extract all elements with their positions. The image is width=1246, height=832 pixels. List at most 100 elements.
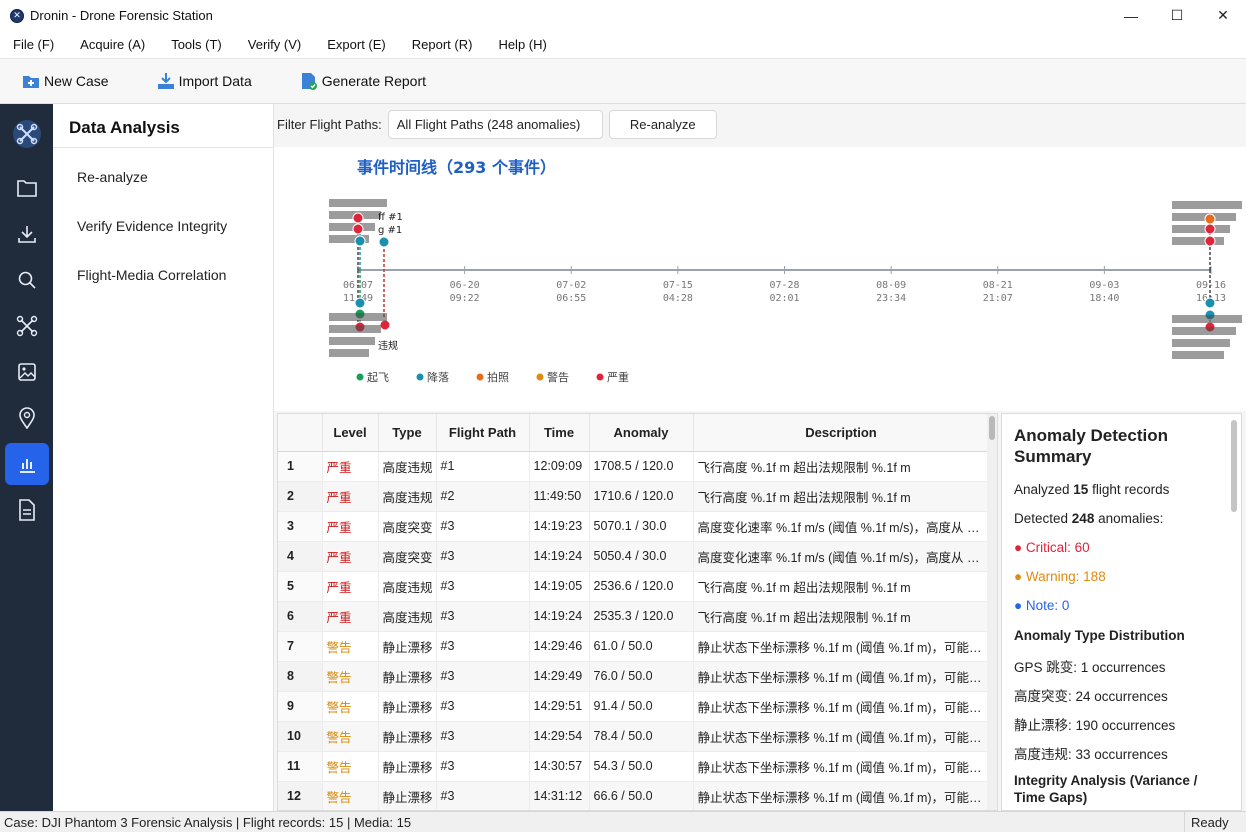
minimize-button[interactable]: — [1108,0,1154,31]
table-row[interactable]: 8 警告 静止漂移 #3 14:29:49 76.0 / 50.0 静止状态下坐标漂移 %.… [278,661,990,692]
row-number: 12 [278,781,323,810]
legend-swatch [356,373,364,381]
cell-time: 12:09:09 [529,451,590,482]
timeline-chart: 事件时间线（293 个事件）06-0711:4906-2009:2207-020… [329,158,1242,384]
cell-time: 14:30:57 [529,751,590,782]
generate-report-label: Generate Report [321,73,427,89]
analyzed-line: Analyzed 15 flight records [1014,482,1170,497]
menu-export[interactable]: Export (E) [314,37,399,52]
menu-acquire[interactable]: Acquire (A) [67,37,158,52]
cell-level: 严重 [322,571,379,602]
table-row[interactable]: 5 严重 高度违规 #3 14:19:05 2536.6 / 120.0 飞行高度 %.1f… [278,571,990,602]
cell-desc: 飞行高度 %.1f m 超出法规限制 %.1f m [693,601,990,632]
tick-label-date: 09-03 [1089,280,1119,291]
new-case-button[interactable]: New Case [22,72,109,90]
table-row[interactable]: 11 警告 静止漂移 #3 14:30:57 54.3 / 50.0 静止状态下坐标漂移 %… [278,751,990,782]
cell-anomaly: 5050.4 / 30.0 [589,541,694,572]
warning-count: ● Warning: 188 [1014,569,1106,584]
col-header-level[interactable]: Level [322,414,379,452]
import-data-button[interactable]: Import Data [157,72,252,90]
cell-time: 14:29:49 [529,661,590,692]
row-number: 2 [278,481,323,512]
table-scroll-thumb[interactable] [989,416,995,440]
drone-hub-icon[interactable] [5,113,49,155]
cell-path: #3 [436,631,530,662]
reanalyze-button[interactable]: Re-analyze [608,109,717,139]
table-scrollbar[interactable] [987,414,997,810]
tick-label-time: 18:40 [1089,293,1119,304]
cell-time: 14:29:51 [529,691,590,722]
cell-time: 14:19:24 [529,541,590,572]
row-number: 4 [278,541,323,572]
cell-desc: 高度变化速率 %.1f m/s (阈值 %.1f m/s)，高度从 … [693,541,990,572]
tick-label-date: 08-21 [983,280,1013,291]
timeline-title: 事件时间线（293 个事件） [357,158,556,177]
note-count: ● Note: 0 [1014,598,1070,613]
menu-tools[interactable]: Tools (T) [158,37,235,52]
tick-label-time: 02:01 [769,293,799,304]
location-pin-icon[interactable] [5,397,49,439]
drone-icon[interactable] [5,305,49,347]
menu-report[interactable]: Report (R) [399,37,486,52]
status-bar: Case: DJI Phantom 3 Forensic Analysis | … [0,811,1246,832]
image-icon[interactable] [5,351,49,393]
cell-desc: 静止状态下坐标漂移 %.1f m (阈值 %.1f m)，可能… [693,751,990,782]
col-header-description[interactable]: Description [693,414,990,452]
cell-time: 14:29:46 [529,631,590,662]
overlapping-event-label [1172,351,1224,359]
cell-time: 14:19:23 [529,511,590,542]
tick-label-date: 06-20 [450,280,480,291]
main-content: Filter Flight Paths: All Flight Paths (2… [274,104,1246,811]
tick-label-date: 08-09 [876,280,906,291]
search-icon[interactable] [5,259,49,301]
flight-media-correlation-link[interactable]: Flight-Media Correlation [77,267,226,283]
cell-path: #3 [436,541,530,572]
bar-chart-icon[interactable] [5,443,49,485]
table-row[interactable]: 3 严重 高度突变 #3 14:19:23 5070.1 / 30.0 高度变化速率 %.1… [278,511,990,542]
cell-path: #3 [436,511,530,542]
menu-file[interactable]: File (F) [0,37,67,52]
table-row[interactable]: 1 严重 高度违规 #1 12:09:09 1708.5 / 120.0 飞行高度 %.1f… [278,451,990,482]
cell-anomaly: 78.4 / 50.0 [589,721,694,752]
cell-desc: 静止状态下坐标漂移 %.1f m (阈值 %.1f m)，可能… [693,661,990,692]
table-row[interactable]: 7 警告 静止漂移 #3 14:29:46 61.0 / 50.0 静止状态下坐标漂移 %.… [278,631,990,662]
col-header-time[interactable]: Time [529,414,590,452]
legend-swatch [416,373,424,381]
table-row[interactable]: 6 严重 高度违规 #3 14:19:24 2535.3 / 120.0 飞行高度 %.1f… [278,601,990,632]
col-header-anomaly[interactable]: Anomaly [589,414,694,452]
cell-anomaly: 76.0 / 50.0 [589,661,694,692]
document-icon[interactable] [5,489,49,531]
filter-row: Filter Flight Paths: All Flight Paths (2… [274,104,1246,144]
menu-verify[interactable]: Verify (V) [235,37,314,52]
cell-path: #3 [436,751,530,782]
verify-integrity-link[interactable]: Verify Evidence Integrity [77,218,227,234]
maximize-button[interactable]: ☐ [1154,0,1200,31]
generate-report-button[interactable]: Generate Report [300,72,426,90]
folder-icon[interactable] [5,167,49,209]
table-row[interactable]: 10 警告 静止漂移 #3 14:29:54 78.4 / 50.0 静止状态下坐标漂移 %… [278,721,990,752]
table-row[interactable]: 12 警告 静止漂移 #3 14:31:12 66.6 / 50.0 静止状态下坐标漂移 %… [278,781,990,810]
menu-help[interactable]: Help (H) [485,37,559,52]
cell-time: 14:19:24 [529,601,590,632]
download-icon[interactable] [5,213,49,255]
summary-scrollbar[interactable] [1231,420,1237,512]
flight-path-select[interactable]: All Flight Paths (248 anomalies) [387,109,603,139]
cell-desc: 飞行高度 %.1f m 超出法规限制 %.1f m [693,451,990,482]
row-number: 10 [278,721,323,752]
close-button[interactable]: ✕ [1200,0,1246,31]
table-row[interactable]: 2 严重 高度违规 #2 11:49:50 1710.6 / 120.0 飞行高度 %.1f… [278,481,990,512]
col-header-type[interactable]: Type [378,414,437,452]
dist-gps-jump: GPS 跳变: 1 occurrences [1014,660,1166,675]
folder-plus-icon [22,72,40,90]
tick-label-time: 23:34 [876,293,906,304]
legend-label: 起飞 [367,371,389,384]
row-number: 8 [278,661,323,692]
event-label: ff #1 [378,212,403,223]
import-icon [157,72,175,90]
cell-anomaly: 1708.5 / 120.0 [589,451,694,482]
table-row[interactable]: 9 警告 静止漂移 #3 14:29:51 91.4 / 50.0 静止状态下坐标漂移 %.… [278,691,990,722]
table-row[interactable]: 4 严重 高度突变 #3 14:19:24 5050.4 / 30.0 高度变化速率 %.1… [278,541,990,572]
col-header-flight-path[interactable]: Flight Path [436,414,530,452]
cell-desc: 飞行高度 %.1f m 超出法规限制 %.1f m [693,481,990,512]
reanalyze-link[interactable]: Re-analyze [77,169,148,185]
